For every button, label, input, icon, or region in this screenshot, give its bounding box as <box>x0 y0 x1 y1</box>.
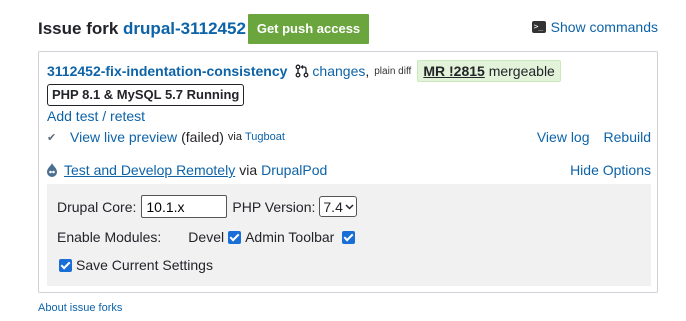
preview-via: via <box>227 131 242 143</box>
title-prefix: Issue fork <box>38 19 119 38</box>
drupalpod-row: Test and Develop Remotely via DrupalPod … <box>47 162 651 182</box>
drupalpod-link[interactable]: DrupalPod <box>261 162 327 178</box>
issue-fork-title: Issue fork drupal-3112452 <box>38 19 246 39</box>
preview-status-icon: ✔ <box>47 131 57 144</box>
module-devel-checkbox[interactable] <box>228 230 242 244</box>
get-push-access-button[interactable]: Get push access <box>248 14 369 44</box>
merge-request-icon <box>295 64 309 78</box>
module-admin-toolbar-checkbox[interactable] <box>342 230 356 244</box>
terminal-icon: >_ <box>531 21 546 33</box>
modules-row: Enable Modules: Devel Admin Toolbar <box>57 229 359 245</box>
drupal-core-label: Drupal Core: <box>57 198 137 215</box>
merge-request-badge: MR !2815 mergeable <box>417 60 561 82</box>
show-commands-label: Show commands <box>550 19 658 35</box>
chevron-down-icon <box>345 203 354 210</box>
changes-link[interactable]: changes <box>312 63 365 79</box>
module-devel-label: Devel <box>188 229 225 245</box>
live-preview-row: ✔ View live preview (failed) via Tugboat… <box>47 129 651 149</box>
preview-status: (failed) <box>181 129 224 145</box>
php-version-label: PHP Version: <box>232 198 316 215</box>
enable-modules-label: Enable Modules: <box>57 229 162 245</box>
merge-request-status: mergeable <box>488 63 555 79</box>
show-commands-link[interactable]: >_ Show commands <box>531 19 658 35</box>
save-settings-row: Save Current Settings <box>59 257 213 273</box>
test-develop-remotely-link[interactable]: Test and Develop Remotely <box>64 162 235 178</box>
module-admin-toolbar-label: Admin Toolbar <box>245 229 335 245</box>
hide-options-link[interactable]: Hide Options <box>570 162 651 178</box>
merge-request-row: 3112452-fix-indentation-consistency chan… <box>47 59 561 83</box>
fork-name-link[interactable]: drupal-3112452 <box>123 19 246 38</box>
add-test-link[interactable]: Add test / retest <box>47 108 145 124</box>
drupalpod-options-panel: Drupal Core: PHP Version: 7.4 Enable Mod… <box>47 184 651 286</box>
plain-diff-link[interactable]: plain diff <box>374 66 411 77</box>
drupal-core-input[interactable] <box>141 195 228 218</box>
drupalpod-via: via <box>239 162 258 178</box>
drupal-drop-icon <box>47 163 57 177</box>
php-version-select[interactable]: 7.4 <box>319 196 357 217</box>
issue-fork-panel: 3112452-fix-indentation-consistency chan… <box>38 51 658 293</box>
environment-status-badge: PHP 8.1 & MySQL 5.7 Running <box>47 84 245 106</box>
save-settings-checkbox[interactable] <box>59 258 72 272</box>
about-issue-forks-link[interactable]: About issue forks <box>38 302 122 314</box>
php-version-value: 7.4 <box>323 198 343 215</box>
tugboat-link[interactable]: Tugboat <box>245 131 285 143</box>
changes-separator: , <box>365 63 370 79</box>
merge-request-link[interactable]: MR !2815 <box>423 63 484 79</box>
issue-fork-header: Issue fork drupal-3112452 Get push acces… <box>38 14 658 46</box>
view-log-link[interactable]: View log <box>537 129 590 145</box>
save-settings-label: Save Current Settings <box>76 257 213 273</box>
view-live-preview-link[interactable]: View live preview <box>70 129 177 145</box>
branch-link[interactable]: 3112452-fix-indentation-consistency <box>47 63 287 79</box>
version-options-row: Drupal Core: PHP Version: 7.4 <box>57 195 357 218</box>
rebuild-link[interactable]: Rebuild <box>604 129 651 145</box>
